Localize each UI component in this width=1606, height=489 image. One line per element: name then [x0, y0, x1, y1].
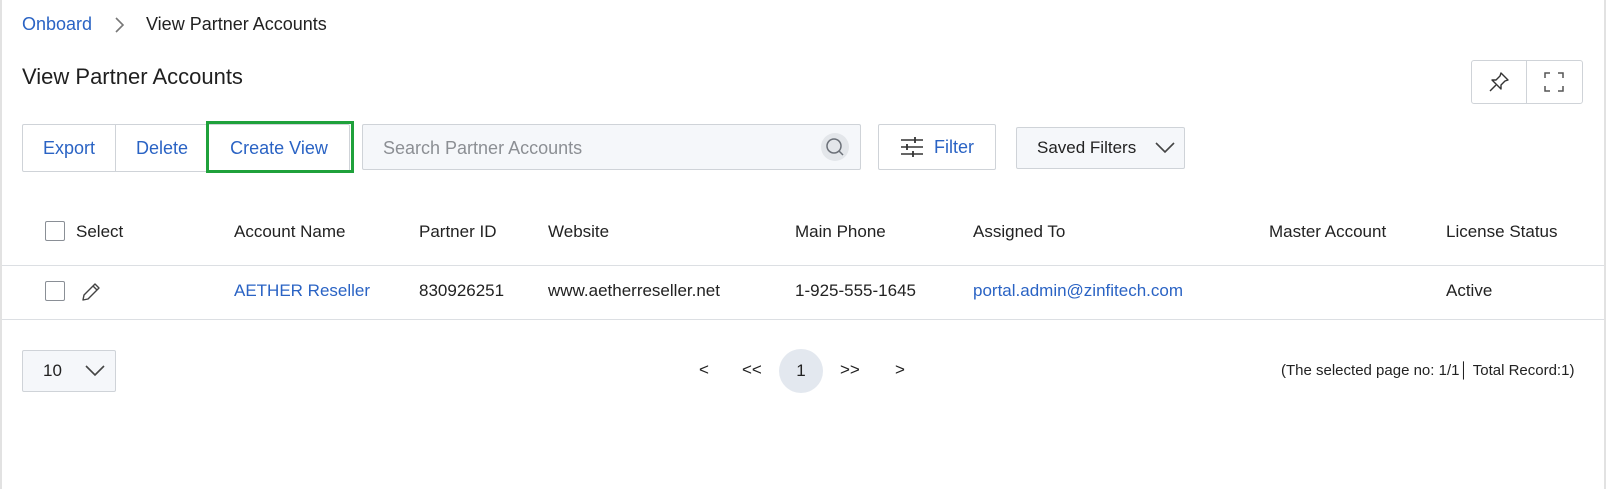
column-header-license-status[interactable]: License Status [1446, 222, 1558, 242]
page-size-value: 10 [43, 361, 62, 380]
sliders-icon [901, 137, 923, 157]
column-header-select: Select [76, 222, 124, 241]
delete-button[interactable]: Delete [115, 125, 208, 171]
chevron-down-icon [85, 365, 105, 377]
pagination-info: (The selected page no: 1/1│ Total Record… [1281, 362, 1575, 379]
edit-pencil-icon[interactable] [80, 281, 102, 303]
page-next-button[interactable]: > [895, 360, 905, 380]
chevron-right-icon [115, 17, 125, 33]
table-header-divider [2, 265, 1604, 266]
pin-button[interactable] [1472, 61, 1526, 103]
cell-account-name-link[interactable]: AETHER Reseller [234, 281, 370, 301]
column-header-account-name[interactable]: Account Name [234, 222, 346, 242]
page-left-border [0, 0, 2, 489]
breadcrumb-onboard-link[interactable]: Onboard [22, 14, 92, 35]
export-button[interactable]: Export [23, 125, 115, 171]
cell-website: www.aetherreseller.net [548, 281, 720, 300]
filter-label: Filter [934, 136, 974, 157]
cell-partner-id: 830926251 [419, 281, 505, 300]
search-input[interactable] [363, 125, 825, 171]
cell-main-phone: 1-925-555-1645 [795, 281, 916, 300]
table-bottom-divider [2, 319, 1604, 320]
page-last-button[interactable]: >> [840, 360, 860, 380]
saved-filters-dropdown[interactable]: Saved Filters [1016, 127, 1185, 169]
cell-assigned-to-link[interactable]: portal.admin@zinfitech.com [973, 281, 1183, 301]
column-header-partner-id[interactable]: Partner ID [419, 222, 496, 242]
column-header-assigned-to[interactable]: Assigned To [973, 222, 1065, 242]
column-header-website[interactable]: Website [548, 222, 609, 242]
breadcrumb-current: View Partner Accounts [146, 14, 327, 34]
pin-icon [1489, 72, 1509, 92]
header-actions [1471, 60, 1583, 104]
search-button[interactable] [821, 133, 849, 161]
search-box [362, 124, 861, 171]
cell-license-status: Active [1446, 281, 1493, 300]
page-title: View Partner Accounts [22, 64, 243, 89]
column-header-master-account[interactable]: Master Account [1269, 222, 1386, 242]
page-current-button[interactable]: 1 [779, 349, 823, 393]
search-icon [826, 138, 844, 156]
saved-filters-label: Saved Filters [1037, 138, 1137, 157]
page-size-select[interactable]: 10 [22, 350, 116, 392]
fullscreen-icon [1544, 72, 1564, 92]
row-checkbox[interactable] [45, 281, 65, 301]
page-first-button[interactable]: << [742, 360, 762, 380]
fullscreen-button[interactable] [1526, 61, 1581, 103]
filter-button[interactable]: Filter [878, 124, 996, 170]
column-header-main-phone[interactable]: Main Phone [795, 222, 886, 242]
chevron-down-icon [1155, 142, 1175, 154]
create-view-highlight [206, 121, 354, 173]
page-prev-button[interactable]: < [699, 360, 709, 380]
select-all-checkbox[interactable] [45, 221, 65, 241]
